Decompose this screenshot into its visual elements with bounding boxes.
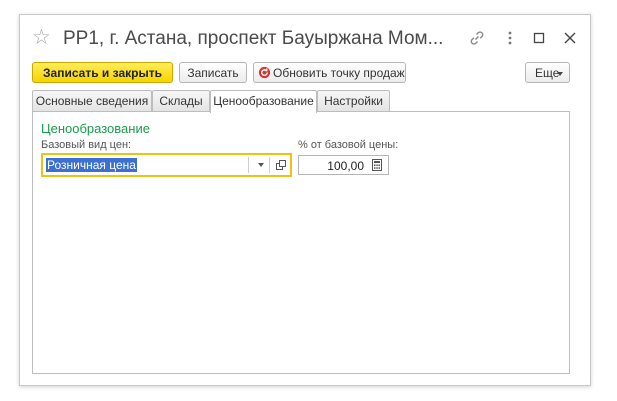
save-button[interactable]: Записать [179,62,247,83]
title-bar: ☆ РР1, г. Астана, проспект Бауыржана Мом… [20,15,590,61]
chevron-down-icon [557,72,563,76]
save-and-close-button[interactable]: Записать и закрыть [32,62,173,83]
more-menu-button[interactable]: Еще [525,62,570,83]
pricing-group-title: Ценообразование [41,121,150,136]
base-price-type-label: Базовый вид цен: [41,139,132,151]
link-icon[interactable] [467,28,487,48]
base-price-type-field[interactable]: Розничная цена [41,153,292,177]
tab-settings[interactable]: Настройки [317,90,390,112]
refresh-icon [258,66,271,79]
window-title: РР1, г. Астана, проспект Бауыржана Мом..… [63,28,444,49]
base-price-type-value[interactable]: Розничная цена [46,158,137,172]
tab-pricing[interactable]: Ценообразование [210,90,317,113]
refresh-point-of-sale-label: Обновить точку продаж [273,66,405,80]
percent-value[interactable]: 100,00 [327,159,364,173]
tab-warehouses[interactable]: Склады [152,90,210,112]
form-window: ☆ РР1, г. Астана, проспект Бауыржана Мом… [19,14,591,386]
tab-basic-info[interactable]: Основные сведения [32,90,152,112]
field-separator [248,157,249,173]
percent-input[interactable]: 100,00 [298,155,389,175]
more-vert-icon[interactable] [500,28,520,48]
open-item-icon[interactable] [274,158,288,172]
maximize-icon[interactable] [529,28,549,48]
star-icon[interactable]: ☆ [32,26,51,50]
dropdown-arrow-icon[interactable] [258,163,264,167]
field-separator [269,157,270,173]
pricing-panel: Ценообразование Базовый вид цен: % от ба… [32,111,570,374]
calculator-icon[interactable] [371,159,383,171]
more-label: Еще [535,66,560,80]
command-bar: Записать и закрыть Записать Обновить точ… [32,62,578,86]
refresh-point-of-sale-button[interactable]: Обновить точку продаж [253,62,406,83]
percent-of-base-label: % от базовой цены: [298,139,399,151]
close-icon[interactable] [560,28,580,48]
